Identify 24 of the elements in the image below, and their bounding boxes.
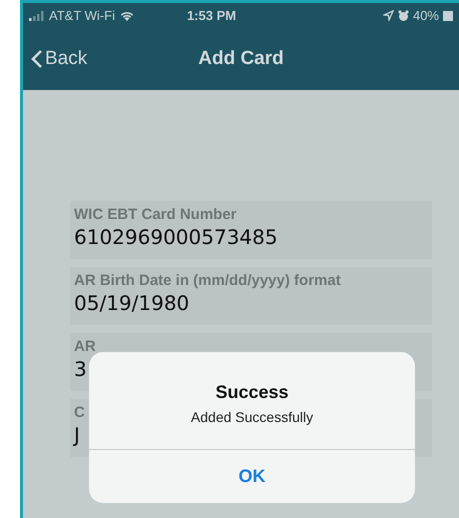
alert-title: Success <box>215 382 289 403</box>
signal-icon <box>29 10 45 20</box>
battery-percentage: 40% <box>412 8 439 23</box>
field-label: AR <box>74 338 96 355</box>
back-button[interactable]: Back <box>23 48 88 70</box>
field-value: 6102969000573485 <box>74 225 278 249</box>
wifi-icon <box>118 10 135 22</box>
field-label: AR Birth Date in (mm/dd/yyyy) format <box>74 272 341 289</box>
field-value: 05/19/1980 <box>74 291 190 315</box>
page-title: Add Card <box>198 48 284 70</box>
form-field[interactable]: AR Birth Date in (mm/dd/yyyy) format 05/19/1980 <box>70 267 432 325</box>
form-field[interactable]: WIC EBT Card Number 6102969000573485 <box>70 201 432 259</box>
field-value: 3 <box>74 357 87 381</box>
alarm-clock-icon <box>398 10 409 22</box>
chevron-left-icon <box>31 49 43 69</box>
clock-time: 1:53 PM <box>186 8 236 23</box>
location-arrow-icon <box>382 10 394 21</box>
carrier-name: AT&T Wi-Fi <box>49 8 115 23</box>
field-value: J <box>74 423 80 447</box>
alert-message: Added Successfully <box>190 409 314 425</box>
field-label: C <box>74 404 85 421</box>
ok-button[interactable]: OK <box>89 449 415 503</box>
field-label: WIC EBT Card Number <box>74 206 237 223</box>
battery-icon <box>443 10 453 20</box>
